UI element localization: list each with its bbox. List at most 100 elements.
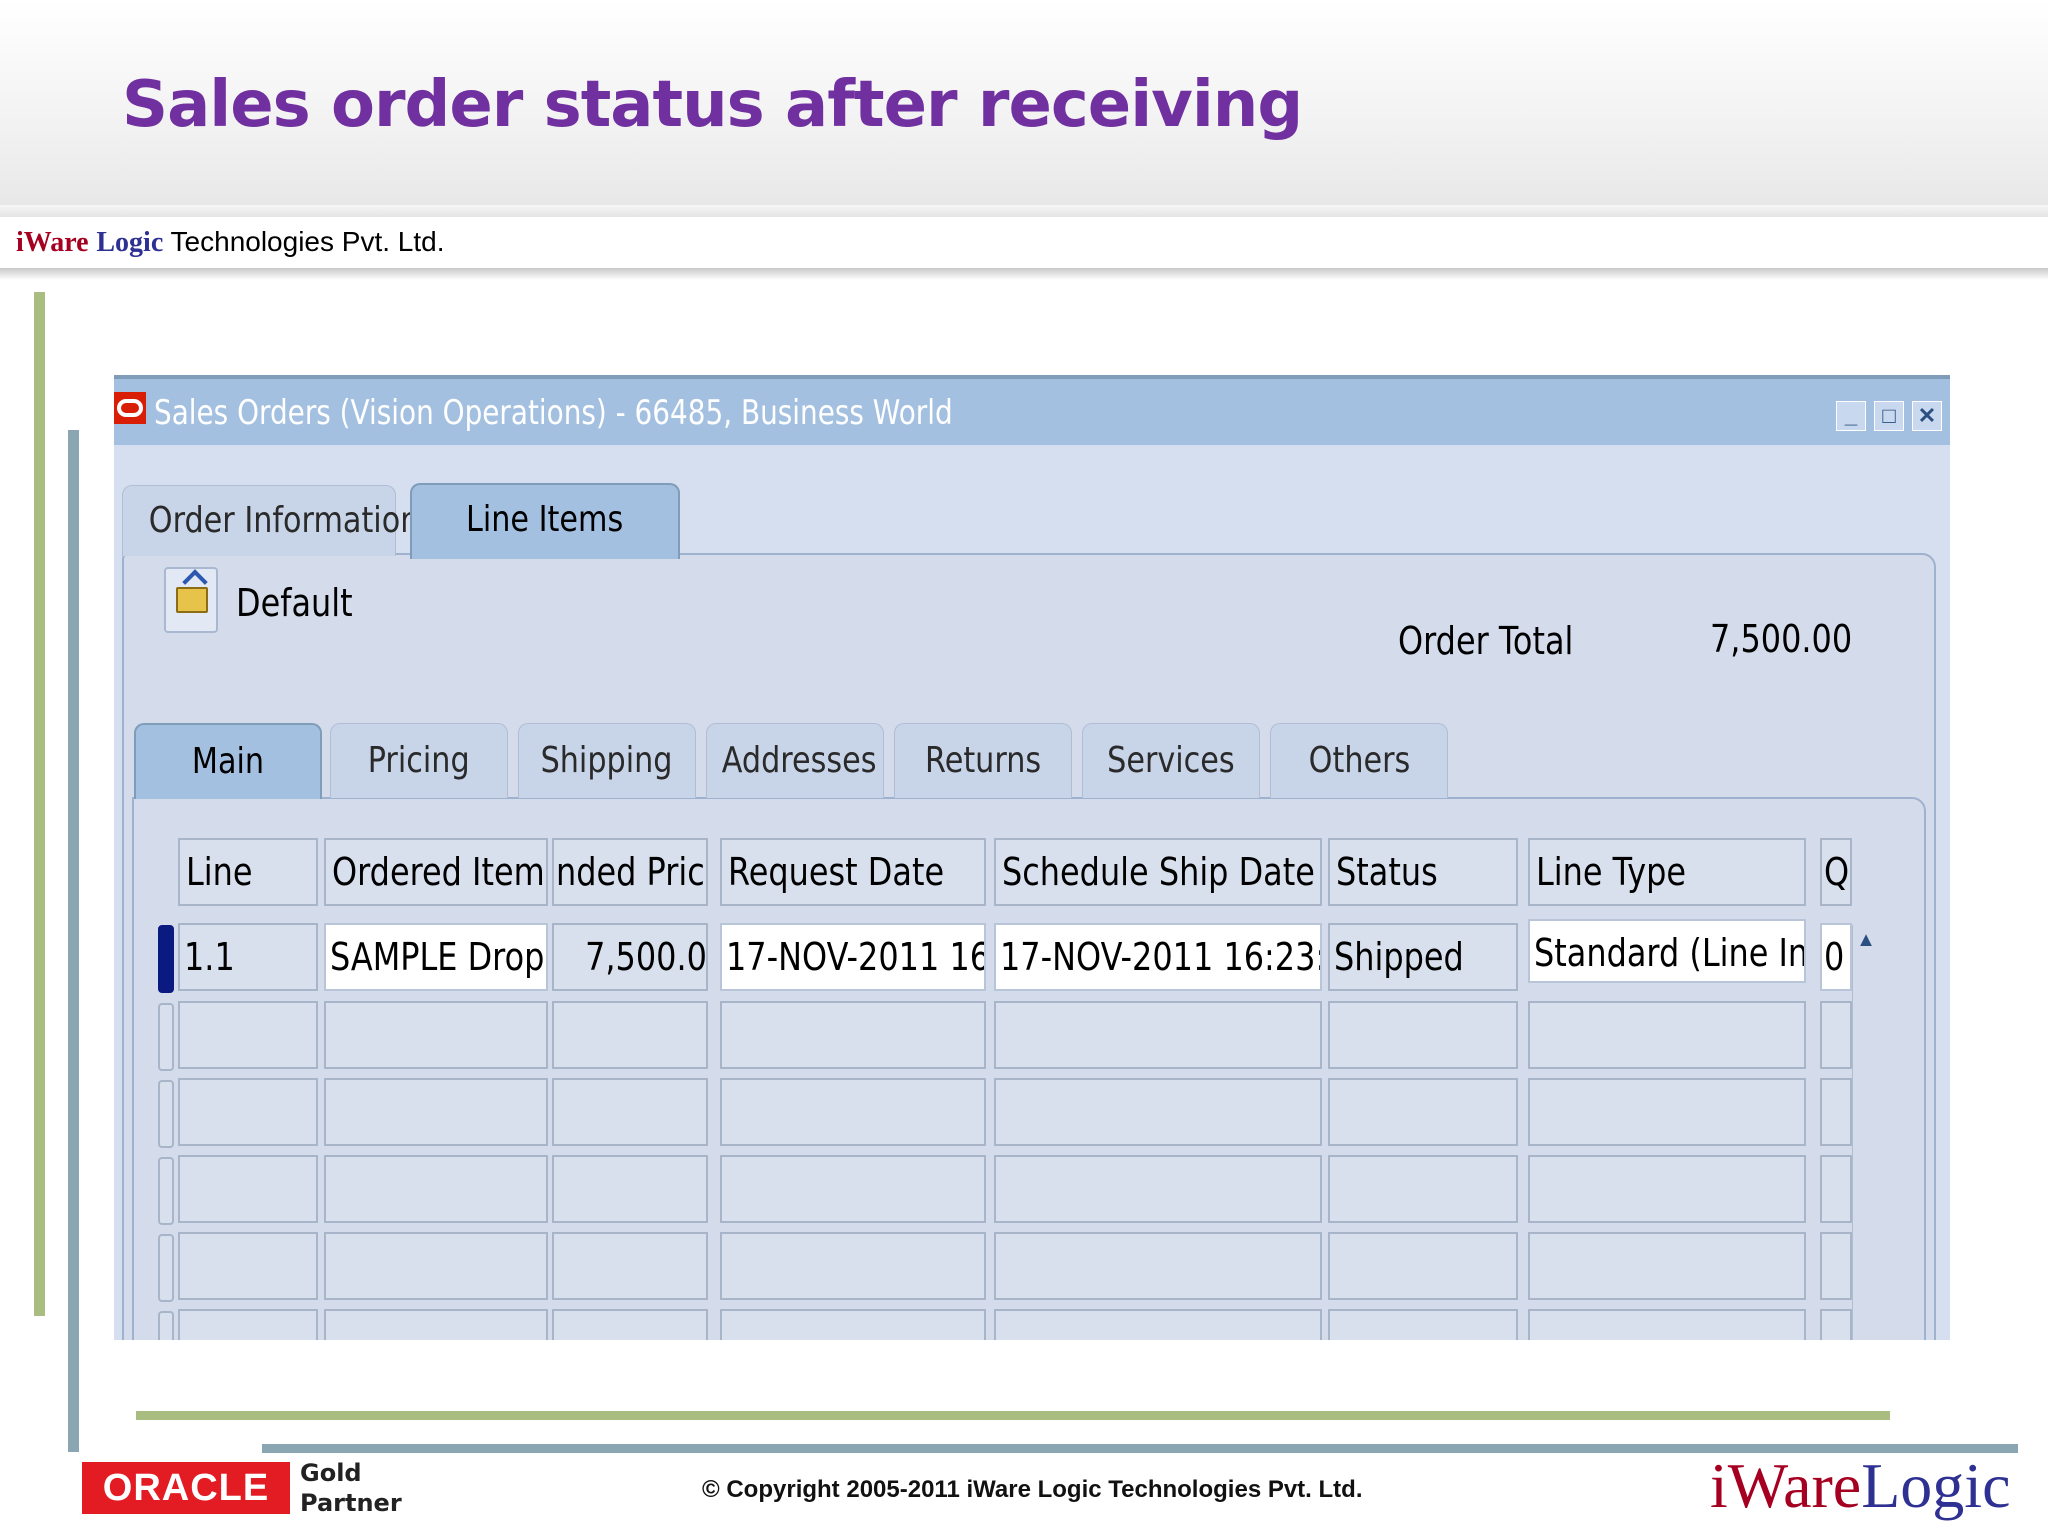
header-separator [0, 205, 2048, 217]
empty-cell[interactable] [552, 1001, 708, 1069]
empty-cell[interactable] [1528, 1232, 1806, 1300]
row-indicator[interactable] [158, 1080, 174, 1148]
cell-line[interactable]: 1.1 [178, 923, 318, 991]
empty-cell[interactable] [994, 1309, 1322, 1340]
empty-cell[interactable] [178, 1232, 318, 1300]
cell-request-date[interactable]: 17-NOV-2011 16:2 [720, 923, 986, 991]
tab-order-information[interactable]: Order Information [122, 485, 419, 556]
cell-schedule-ship-date[interactable]: 17-NOV-2011 16:23:12 [994, 923, 1322, 991]
empty-cell[interactable] [324, 1001, 548, 1069]
empty-cell[interactable] [720, 1155, 986, 1223]
row-indicator[interactable] [158, 1311, 174, 1340]
empty-cell[interactable] [178, 1001, 318, 1069]
window-titlebar[interactable]: Sales Orders (Vision Operations) - 66485… [114, 379, 1950, 445]
column-header-schedule-ship-date: Schedule Ship Date [994, 838, 1322, 906]
gold-partner-label: Gold Partner [300, 1458, 402, 1518]
company-brand-logic: Logic [96, 227, 164, 258]
company-brand-iware: iWare [16, 227, 89, 258]
empty-cell[interactable] [324, 1155, 548, 1223]
partner-line-gold: Gold [300, 1459, 362, 1487]
empty-cell[interactable] [324, 1309, 548, 1340]
subtab-pricing[interactable]: Pricing [330, 723, 508, 798]
window-title: Sales Orders (Vision Operations) - 66485… [154, 393, 953, 433]
cell-ordered-item[interactable]: SAMPLE Drop [324, 923, 548, 991]
subtab-addresses[interactable]: Addresses [706, 723, 884, 798]
subtab-shipping[interactable]: Shipping [518, 723, 696, 798]
logo-iware: iWare [1710, 1450, 1862, 1521]
folder-default-label: Default [236, 581, 353, 625]
column-header-status: Status [1328, 838, 1518, 906]
empty-cell[interactable] [1328, 1001, 1518, 1069]
cell-status[interactable]: Shipped [1328, 923, 1518, 991]
empty-cell[interactable] [720, 1232, 986, 1300]
column-header-ordered-item: Ordered Item [324, 838, 548, 906]
subtab-services[interactable]: Services [1082, 723, 1260, 798]
vertical-scrollbar[interactable] [1852, 925, 1881, 1340]
empty-cell[interactable] [1820, 1232, 1852, 1300]
empty-cell[interactable] [1528, 1001, 1806, 1069]
order-total-value: 7,500.00 [1710, 617, 1853, 661]
row-indicator-current[interactable] [158, 925, 174, 993]
empty-cell[interactable] [178, 1078, 318, 1146]
column-header-line: Line [178, 838, 318, 906]
column-header-line-type: Line Type [1528, 838, 1806, 906]
empty-cell[interactable] [1328, 1155, 1518, 1223]
empty-cell[interactable] [720, 1001, 986, 1069]
empty-cell[interactable] [1328, 1309, 1518, 1340]
column-header-extended-price: nded Price [552, 838, 708, 906]
subtab-returns[interactable]: Returns [894, 723, 1072, 798]
empty-cell[interactable] [1820, 1309, 1852, 1340]
column-header-quantity: Q [1820, 838, 1852, 906]
empty-cell[interactable] [324, 1232, 548, 1300]
empty-cell[interactable] [1820, 1155, 1852, 1223]
row-indicator[interactable] [158, 1003, 174, 1071]
tab-line-items[interactable]: Line Items [410, 483, 680, 559]
copyright-text: © Copyright 2005-2011 iWare Logic Techno… [702, 1476, 1363, 1503]
oracle-logo: ORACLE [82, 1462, 290, 1514]
decor-vertical-green [34, 292, 45, 1316]
empty-cell[interactable] [178, 1309, 318, 1340]
empty-cell[interactable] [994, 1078, 1322, 1146]
decor-vertical-blue [68, 430, 79, 1452]
empty-cell[interactable] [1820, 1078, 1852, 1146]
empty-cell[interactable] [324, 1078, 548, 1146]
column-header-request-date: Request Date [720, 838, 986, 906]
sales-orders-window: Sales Orders (Vision Operations) - 66485… [114, 375, 1950, 1340]
empty-cell[interactable] [994, 1232, 1322, 1300]
empty-cell[interactable] [1328, 1232, 1518, 1300]
row-indicator[interactable] [158, 1234, 174, 1302]
empty-cell[interactable] [1820, 1001, 1852, 1069]
empty-cell[interactable] [552, 1309, 708, 1340]
company-suffix: Technologies Pvt. Ltd. [170, 226, 445, 257]
empty-cell[interactable] [552, 1078, 708, 1146]
cell-quantity[interactable]: 0 [1820, 923, 1852, 991]
empty-cell[interactable] [1528, 1078, 1806, 1146]
empty-cell[interactable] [1328, 1078, 1518, 1146]
folder-open-icon[interactable] [164, 567, 218, 633]
scroll-up-arrow-icon[interactable]: ▲ [1852, 925, 1880, 955]
cell-line-type[interactable]: Standard (Line Invo [1528, 919, 1806, 983]
partner-line-partner: Partner [300, 1489, 402, 1517]
empty-cell[interactable] [1528, 1309, 1806, 1340]
empty-cell[interactable] [720, 1078, 986, 1146]
empty-cell[interactable] [552, 1232, 708, 1300]
oracle-app-icon [114, 392, 146, 424]
header-shadow [0, 268, 2048, 280]
empty-cell[interactable] [1528, 1155, 1806, 1223]
subtab-others[interactable]: Others [1270, 723, 1448, 798]
decor-horizontal-green [136, 1411, 1890, 1420]
subtab-main[interactable]: Main [134, 723, 322, 799]
empty-cell[interactable] [994, 1001, 1322, 1069]
maximize-icon[interactable]: □ [1874, 401, 1904, 431]
minimize-icon[interactable]: _ [1836, 401, 1866, 431]
cell-extended-price[interactable]: 7,500.00 [552, 923, 708, 991]
empty-cell[interactable] [720, 1309, 986, 1340]
empty-cell[interactable] [552, 1155, 708, 1223]
close-icon[interactable]: ✕ [1912, 401, 1942, 431]
company-line: iWare Logic Technologies Pvt. Ltd. [16, 226, 445, 259]
iwarelogic-logo: iWareLogic [1710, 1454, 2010, 1518]
row-indicator[interactable] [158, 1157, 174, 1225]
empty-cell[interactable] [178, 1155, 318, 1223]
empty-cell[interactable] [994, 1155, 1322, 1223]
slide-title: Sales order status after receiving [122, 68, 1303, 142]
